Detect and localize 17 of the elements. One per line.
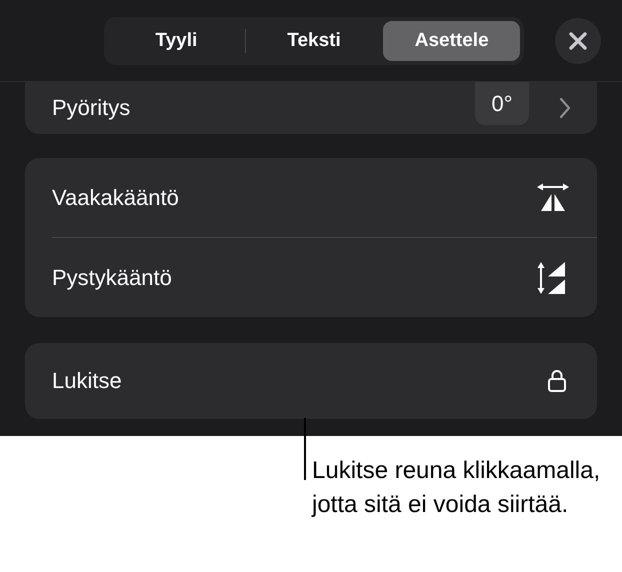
close-button[interactable] (555, 18, 601, 64)
rotation-row[interactable]: Pyöritys 0° (25, 82, 597, 134)
row-label[interactable]: Pystykääntö (52, 264, 172, 290)
lock-row[interactable]: Lukitse (25, 343, 597, 419)
row-label: Pyöritys (52, 95, 132, 121)
rotation-value[interactable]: 0° (475, 82, 529, 125)
row-label[interactable]: Vaakakääntö (52, 184, 179, 210)
lock-icon (547, 369, 567, 393)
leader-line (304, 418, 306, 480)
tab[interactable]: Asettele (383, 20, 520, 60)
tab[interactable]: Teksti (246, 20, 382, 60)
tab[interactable]: Tyyli (108, 20, 245, 60)
callout-text: Lukitse reuna klikkaamalla, jotta sitä ei voida siirtää. (312, 456, 602, 520)
row-label: Lukitse (52, 368, 122, 394)
flip-horizontal-icon[interactable] (535, 182, 571, 212)
close-icon (568, 30, 588, 50)
chevron-right-icon (559, 97, 571, 119)
